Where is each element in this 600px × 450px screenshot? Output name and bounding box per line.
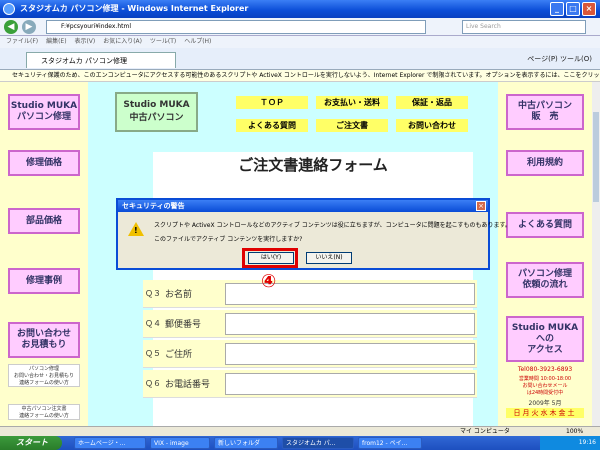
dialog-question: このファイルでアクティブ コンテンツを実行しますか?	[154, 236, 303, 243]
right-menu-faq[interactable]: よくある質問	[506, 212, 584, 238]
menu-file[interactable]: ファイル(F)	[6, 38, 38, 45]
minimize-button[interactable]: _	[550, 2, 564, 16]
left-menu-repair-cases[interactable]: 修理事例	[8, 268, 80, 294]
nav-warranty[interactable]: 保証・返品	[396, 96, 468, 109]
ie-icon	[3, 3, 15, 15]
task-item[interactable]: VIX - image	[150, 437, 210, 449]
left-menu-parts-price[interactable]: 部品価格	[8, 208, 80, 234]
address-label: ご住所	[165, 350, 193, 360]
warning-mark: !	[134, 226, 138, 235]
left-link-order-help[interactable]: 中古パソコン注文書 連絡フォームの使い方	[8, 404, 80, 420]
step-annotation: ④	[261, 271, 277, 292]
task-item-active[interactable]: スタジオムカ パ...	[282, 437, 354, 449]
phone-label: お電話番号	[165, 380, 211, 390]
nav-faq[interactable]: よくある質問	[236, 119, 308, 132]
menu-help[interactable]: ヘルプ(H)	[184, 38, 211, 45]
calendar-days: 日月火水木金土	[506, 408, 584, 418]
address-input[interactable]: F:¥pcsyouri¥index.html	[46, 20, 426, 34]
security-warning-dialog: セキュリティの警告 × ! スクリプトや ActiveX コントロールなどのアク…	[116, 198, 511, 270]
menu-favorites[interactable]: お気に入り(A)	[103, 38, 142, 45]
zip-input[interactable]	[225, 313, 475, 335]
system-tray: 19:16	[540, 436, 600, 450]
row-q3: Ｑ３	[145, 289, 161, 298]
business-hours: 営業時間 10:00-18:00	[518, 376, 572, 382]
right-menu-terms[interactable]: 利用規約	[506, 150, 584, 176]
maximize-button[interactable]: □	[566, 2, 580, 16]
task-item[interactable]: 新しいフォルダ	[214, 437, 278, 449]
right-menu-access[interactable]: Studio MUKA への アクセス	[506, 316, 584, 362]
menu-tools[interactable]: ツール(T)	[150, 38, 176, 45]
row-q6: Ｑ６	[145, 379, 161, 388]
phone-input[interactable]	[225, 373, 475, 395]
clock: 19:16	[578, 439, 596, 446]
nav-order[interactable]: ご注文書	[316, 119, 388, 132]
close-button[interactable]: ×	[582, 2, 596, 16]
menu-bar: ファイル(F) 編集(E) 表示(V) お気に入り(A) ツール(T) ヘルプ(…	[0, 36, 600, 48]
nav-contact[interactable]: お問い合わせ	[396, 119, 468, 132]
form-row-name: Ｑ３ お名前	[143, 280, 477, 308]
menu-edit[interactable]: 編集(E)	[46, 38, 66, 45]
calendar-month: 2009年 5月	[528, 400, 562, 407]
form-row-zip: Ｑ４ 郵便番号	[143, 310, 477, 338]
tab-current[interactable]: スタジオムカ パソコン修理	[26, 52, 176, 68]
task-item[interactable]: from12 - ペイ...	[358, 437, 422, 449]
right-menu-used-pc[interactable]: 中古パソコン 販 売	[506, 94, 584, 130]
status-bar: マイ コンピュータ 100%	[0, 426, 600, 436]
nav-top[interactable]: ＴＯＰ	[236, 96, 308, 109]
nav-payment[interactable]: お支払い・送料	[316, 96, 388, 109]
left-menu-contact[interactable]: お問い合わせ お見積もり	[8, 322, 80, 358]
menu-view[interactable]: 表示(V)	[74, 38, 95, 45]
search-input[interactable]: Live Search	[462, 20, 586, 34]
site-logo[interactable]: Studio MUKA 中古パソコン	[115, 92, 198, 132]
information-bar[interactable]: セキュリティ保護のため、このエンコンピュータにアクセスする可能性のあるスクリプト…	[0, 70, 600, 82]
window-title: スタジオムカ パソコン修理 - Windows Internet Explore…	[20, 4, 249, 13]
left-menu-repair-price[interactable]: 修理価格	[8, 150, 80, 176]
back-icon[interactable]: ◀	[4, 20, 18, 34]
tools-menu[interactable]: ツール(O)	[560, 55, 592, 63]
zip-label: 郵便番号	[165, 320, 202, 330]
form-row-phone: Ｑ６ お電話番号	[143, 370, 477, 398]
address-field[interactable]	[225, 343, 475, 365]
highlight-box	[242, 248, 298, 268]
name-label: お名前	[165, 290, 193, 300]
form-row-address: Ｑ５ ご住所	[143, 340, 477, 368]
start-button[interactable]: スタート	[0, 436, 62, 450]
dialog-close-button[interactable]: ×	[476, 201, 486, 211]
row-q4: Ｑ４	[145, 319, 161, 328]
page-menu[interactable]: ページ(P)	[527, 55, 558, 63]
task-item[interactable]: ホームページ・...	[74, 437, 146, 449]
mail-note: お問い合わせメール は24時間受付中	[522, 383, 568, 396]
scrollbar-thumb[interactable]	[593, 112, 599, 202]
form-title: ご注文書連絡フォーム	[238, 156, 388, 174]
tel-number: Tel080-3923-6893	[517, 366, 573, 373]
title-bar: スタジオムカ パソコン修理 - Windows Internet Explore…	[0, 0, 600, 18]
row-q5: Ｑ５	[145, 349, 161, 358]
dialog-message: スクリプトや ActiveX コントロールなどのアクティブ コンテンツは役に立ち…	[154, 222, 511, 229]
no-button[interactable]: いいえ(N)	[306, 252, 352, 264]
left-link-form-help[interactable]: パソコン修理 お問い合わせ・お見積もり 連絡フォームの使い方	[8, 364, 80, 387]
dialog-title: セキュリティの警告	[118, 200, 488, 212]
left-menu-studio[interactable]: Studio MUKA パソコン修理	[8, 94, 80, 130]
right-menu-repair-flow[interactable]: パソコン修理 依頼の流れ	[506, 262, 584, 298]
forward-icon[interactable]: ▶	[22, 20, 36, 34]
command-bar: ページ(P) ツール(O)	[527, 54, 592, 64]
